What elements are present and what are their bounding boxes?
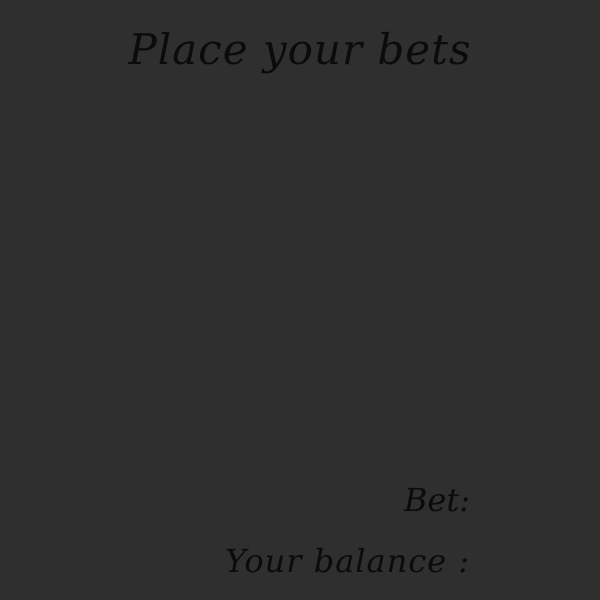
balance-display: Your balance : [225,541,470,581]
page-title: Place your bets [128,25,472,74]
bet-label: Bet: [403,481,470,519]
bet-display: Bet: [404,480,470,520]
balance-label: Your balance : [225,542,470,580]
